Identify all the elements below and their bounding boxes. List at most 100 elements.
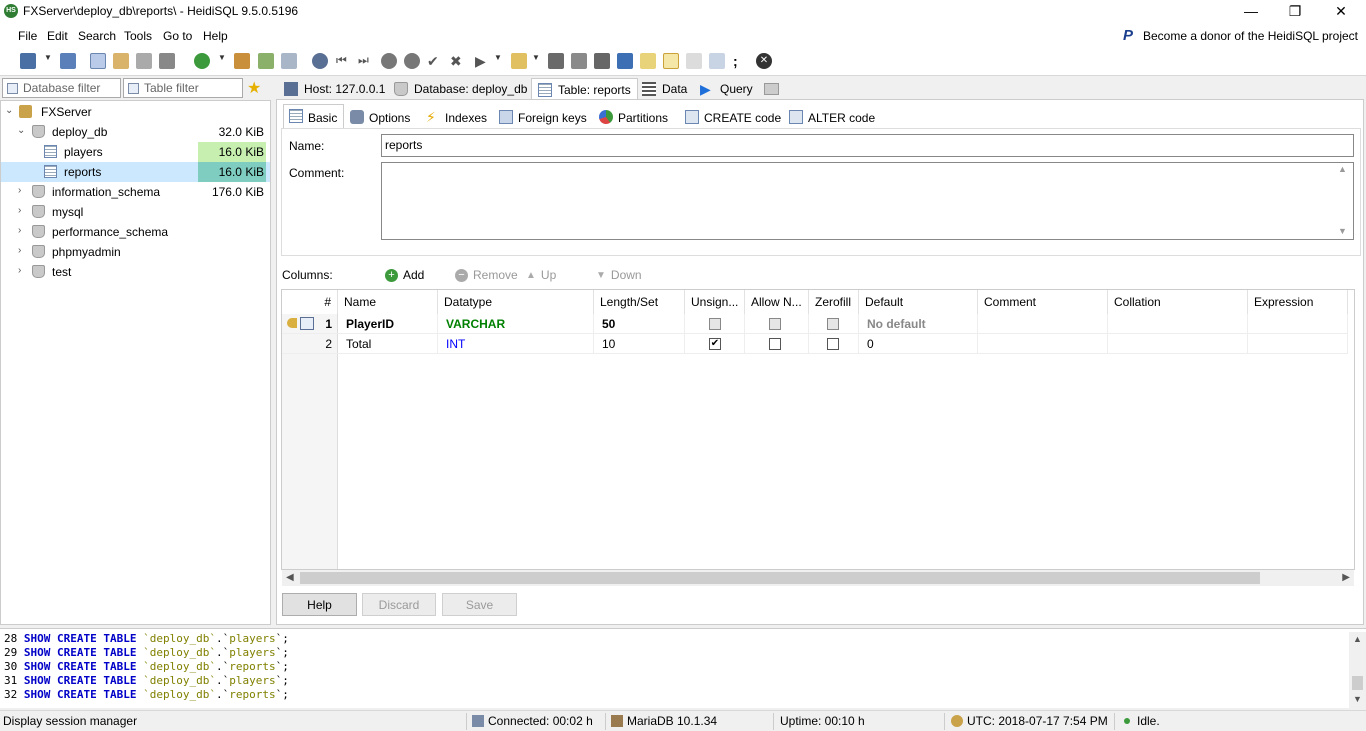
favorite-star-icon[interactable]: ★ xyxy=(247,78,261,98)
subtab-indexes[interactable]: ⚡ Indexes xyxy=(421,106,493,128)
database-filter-input[interactable]: Database filter xyxy=(2,78,121,98)
close-button[interactable]: ✕ xyxy=(1318,0,1364,24)
table-comment-textarea[interactable] xyxy=(381,162,1354,240)
header-collation[interactable]: Collation xyxy=(1108,290,1248,314)
cell-name[interactable]: Total xyxy=(338,334,438,354)
tab-host[interactable]: Host: 127.0.0.1 xyxy=(278,78,391,100)
user-manager-icon[interactable] xyxy=(234,53,250,69)
warning-icon[interactable] xyxy=(663,53,679,69)
tree-db-information-schema[interactable]: › information_schema 176.0 KiB xyxy=(1,182,270,202)
save-file-icon[interactable] xyxy=(548,53,564,69)
clear-icon[interactable] xyxy=(686,53,702,69)
cell-length[interactable]: 10 xyxy=(594,334,685,354)
minimize-button[interactable]: — xyxy=(1228,0,1274,24)
zerofill-checkbox[interactable] xyxy=(827,338,839,350)
cell-collation[interactable] xyxy=(1108,334,1248,354)
run-dropdown-icon[interactable]: ▼ xyxy=(494,53,502,69)
tree-db-performance-schema[interactable]: › performance_schema xyxy=(1,222,270,242)
status-session[interactable]: Display session manager xyxy=(3,714,137,728)
subtab-create-code[interactable]: CREATE code xyxy=(680,106,787,128)
move-down-button[interactable]: ▼ Down xyxy=(596,268,642,282)
discard-button[interactable]: Discard xyxy=(362,593,436,616)
tab-data[interactable]: Data xyxy=(636,78,693,100)
scroll-up-icon[interactable]: ▲ xyxy=(1353,634,1362,644)
tab-table[interactable]: Table: reports xyxy=(531,78,638,100)
move-up-button[interactable]: ▲ Up xyxy=(526,268,556,282)
header-expression[interactable]: Expression xyxy=(1248,290,1348,314)
tree-server[interactable]: ⌄ FXServer xyxy=(1,102,270,122)
horizontal-scrollbar[interactable]: ◀ ▶ xyxy=(282,570,1354,586)
help-icon[interactable] xyxy=(312,53,328,69)
cell-default[interactable]: No default xyxy=(859,314,978,334)
header-num[interactable]: # xyxy=(282,290,338,314)
tree-table-players[interactable]: players 16.0 KiB xyxy=(1,142,270,162)
menu-help[interactable]: Help xyxy=(203,29,228,43)
export-icon[interactable] xyxy=(258,53,274,69)
header-allow-null[interactable]: Allow N... xyxy=(745,290,809,314)
subtab-foreign-keys[interactable]: Foreign keys xyxy=(494,106,593,128)
cell-zerofill[interactable] xyxy=(809,334,859,354)
cell-expression[interactable] xyxy=(1248,314,1348,334)
scroll-up-arrow-icon[interactable]: ▲ xyxy=(1338,164,1347,174)
remove-column-button[interactable]: − Remove xyxy=(455,268,518,282)
subtab-alter-code[interactable]: ALTER code xyxy=(784,106,881,128)
collapse-arrow-icon[interactable]: ⌄ xyxy=(5,105,13,116)
cell-unsigned[interactable]: ✔ xyxy=(685,334,745,354)
import-icon[interactable] xyxy=(281,53,297,69)
cell-default[interactable]: 0 xyxy=(859,334,978,354)
cell-length[interactable]: 50 xyxy=(594,314,685,334)
header-length[interactable]: Length/Set xyxy=(594,290,685,314)
scroll-down-arrow-icon[interactable]: ▼ xyxy=(1338,226,1347,236)
post-record-icon[interactable]: ✔ xyxy=(427,53,443,69)
new-query-tab-icon[interactable] xyxy=(764,83,779,95)
menu-search[interactable]: Search xyxy=(78,29,116,43)
expand-arrow-icon[interactable]: › xyxy=(18,225,21,236)
query-analyzer-icon[interactable] xyxy=(617,53,633,69)
tab-query[interactable]: ▶ Query xyxy=(694,78,759,100)
donor-link[interactable]: P Become a donor of the HeidiSQL project xyxy=(1123,28,1358,44)
expand-arrow-icon[interactable]: › xyxy=(18,245,21,256)
tree-db-phpmyadmin[interactable]: › phpmyadmin xyxy=(1,242,270,262)
cell-expression[interactable] xyxy=(1248,334,1348,354)
menu-file[interactable]: File xyxy=(18,29,37,43)
header-datatype[interactable]: Datatype xyxy=(438,290,594,314)
subtab-basic[interactable]: Basic xyxy=(283,104,345,128)
undo-icon[interactable] xyxy=(136,53,152,69)
insert-record-icon[interactable] xyxy=(381,53,397,69)
edit-icon[interactable] xyxy=(640,53,656,69)
save-button[interactable]: Save xyxy=(442,593,517,616)
tab-database[interactable]: Database: deploy_db xyxy=(388,78,533,100)
load-sql-icon[interactable] xyxy=(594,53,610,69)
dropdown-arrow-icon[interactable]: ▼ xyxy=(44,53,52,69)
cell-allow-null[interactable] xyxy=(745,334,809,354)
table-filter-input[interactable]: Table filter xyxy=(123,78,243,98)
subtab-partitions[interactable]: Partitions xyxy=(594,106,674,128)
sql-log[interactable]: 28 SHOW CREATE TABLE `deploy_db`.`player… xyxy=(0,628,1366,708)
cancel-record-icon[interactable]: ✖ xyxy=(450,53,466,69)
scrollbar-thumb[interactable] xyxy=(300,572,1260,584)
subtab-options[interactable]: Options xyxy=(345,106,416,128)
maximize-button[interactable]: ❐ xyxy=(1272,0,1318,24)
cell-datatype[interactable]: INT xyxy=(438,334,594,354)
menu-tools[interactable]: Tools xyxy=(124,29,152,43)
cell-datatype[interactable]: VARCHAR xyxy=(438,314,594,334)
expand-arrow-icon[interactable]: › xyxy=(18,185,21,196)
unsigned-checkbox-checked[interactable]: ✔ xyxy=(709,338,721,350)
delete-record-icon[interactable] xyxy=(404,53,420,69)
word-wrap-icon[interactable] xyxy=(709,53,725,69)
unsigned-checkbox[interactable] xyxy=(709,318,721,330)
cell-allow-null[interactable] xyxy=(745,314,809,334)
stop-icon[interactable]: ✕ xyxy=(756,53,772,69)
open-dropdown-icon[interactable]: ▼ xyxy=(532,53,540,69)
zerofill-checkbox[interactable] xyxy=(827,318,839,330)
disconnect-icon[interactable] xyxy=(60,53,76,69)
header-default[interactable]: Default xyxy=(859,290,978,314)
tree-db-mysql[interactable]: › mysql xyxy=(1,202,270,222)
cell-collation[interactable] xyxy=(1108,314,1248,334)
last-record-icon[interactable]: ⏭ xyxy=(358,53,374,69)
session-manager-icon[interactable] xyxy=(20,53,36,69)
run-icon[interactable]: ▶ xyxy=(475,53,491,69)
refresh-icon[interactable] xyxy=(194,53,210,69)
allow-null-checkbox[interactable] xyxy=(769,318,781,330)
header-name[interactable]: Name xyxy=(338,290,438,314)
